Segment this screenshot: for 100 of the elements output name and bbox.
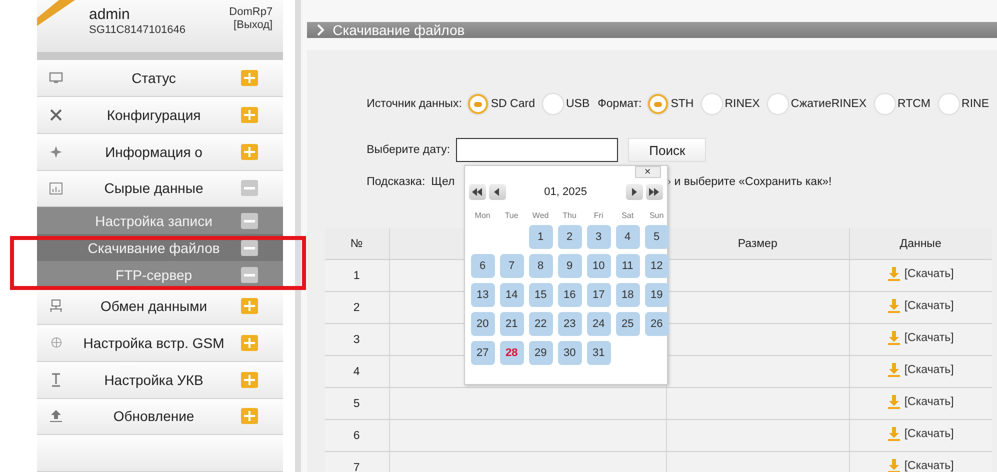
calendar-day[interactable]: 31 [586, 341, 611, 365]
calendar-day[interactable]: 10 [586, 254, 611, 278]
radio-label: RINEX [724, 98, 760, 110]
expand-icon[interactable] [240, 298, 258, 314]
expand-icon[interactable] [240, 144, 258, 160]
calendar-day[interactable]: 7 [500, 254, 524, 278]
previous-year-button[interactable] [468, 184, 486, 200]
network-icon [49, 299, 63, 314]
column-header: Данные [849, 228, 992, 260]
calendar-day[interactable]: 4 [616, 225, 640, 249]
calendar-day[interactable]: 16 [558, 283, 582, 307]
weekday-label: Thu [562, 211, 578, 220]
next-year-button[interactable] [646, 184, 663, 200]
download-arrow-icon [887, 299, 902, 313]
calendar-day[interactable]: 8 [528, 254, 553, 278]
column-header: № [324, 228, 390, 260]
download-link[interactable]: [Скачать] [887, 363, 954, 377]
calendar-day[interactable]: 11 [616, 254, 640, 278]
expand-icon[interactable] [240, 334, 258, 351]
row-number: 2 [324, 292, 390, 324]
radio-button[interactable] [938, 94, 959, 114]
previous-month-button[interactable] [488, 184, 506, 200]
row-number: 4 [324, 356, 390, 388]
download-link[interactable]: [Скачать] [887, 331, 954, 345]
calendar-day[interactable]: 22 [528, 312, 553, 336]
row-number: 6 [324, 420, 390, 452]
collapse-icon[interactable] [240, 240, 258, 256]
calendar-day[interactable]: 6 [470, 254, 495, 278]
calendar-day[interactable]: 29 [528, 341, 553, 365]
sidebar-item[interactable]: Сырые данные [37, 170, 283, 208]
calendar-day[interactable]: 26 [644, 312, 669, 336]
hint-text: Щел [431, 176, 455, 188]
calendar-day[interactable]: 19 [644, 283, 669, 307]
radio-label: SD Card [490, 98, 535, 110]
radio-button[interactable] [648, 94, 668, 114]
row-number: 5 [324, 388, 390, 420]
expand-icon[interactable] [240, 408, 258, 424]
calendar-day[interactable]: 23 [558, 312, 582, 336]
row-number: 1 [324, 260, 390, 292]
weekday-label: Tue [504, 211, 520, 220]
calendar-day[interactable]: 3 [586, 225, 611, 249]
sidebar-item[interactable]: Статус [37, 60, 283, 98]
calendar-day[interactable]: 30 [558, 341, 582, 365]
collapse-icon[interactable] [240, 212, 258, 229]
calendar-day[interactable]: 20 [470, 312, 495, 336]
calendar-day[interactable]: 24 [586, 312, 611, 336]
download-arrow-icon [887, 267, 902, 281]
radio-label: USB [566, 98, 590, 110]
close-button[interactable]: × [634, 166, 661, 178]
download-link[interactable]: [Скачать] [887, 299, 954, 313]
download-link[interactable]: [Скачать] [887, 267, 954, 281]
sidebar-item[interactable] [37, 435, 283, 472]
expand-icon[interactable] [240, 372, 258, 388]
double-left-arrow-icon [472, 188, 482, 196]
collapse-icon[interactable] [240, 266, 258, 283]
sidebar-item[interactable]: Обмен данными [37, 288, 283, 326]
right-arrow-icon [629, 188, 640, 196]
calendar-day[interactable]: 18 [616, 283, 640, 307]
sidebar-item[interactable]: Настройка УКВ [37, 362, 283, 399]
search-button[interactable]: Поиск [628, 138, 706, 162]
download-link[interactable]: [Скачать] [887, 427, 954, 441]
radio-button[interactable] [468, 94, 488, 114]
calendar-day[interactable]: 21 [500, 312, 524, 336]
calendar-day[interactable]: 9 [558, 254, 582, 278]
radio-button[interactable] [874, 94, 894, 114]
calendar-day[interactable]: 12 [644, 254, 669, 278]
calendar-day[interactable]: 1 [528, 225, 553, 249]
radio-button[interactable] [702, 94, 722, 114]
calendar-day[interactable]: 27 [470, 341, 495, 365]
calendar-day[interactable]: 15 [528, 283, 553, 307]
username: admin [89, 6, 131, 23]
row-number: 7 [324, 452, 390, 472]
logout-link[interactable]: [Выход] [234, 19, 273, 31]
tools-icon [49, 108, 63, 122]
chevron-icon [316, 24, 325, 36]
expand-icon[interactable] [240, 70, 258, 86]
sidebar-item[interactable]: Конфигурация [37, 97, 283, 134]
serial-number: SG11C8147101646 [89, 24, 186, 36]
sidebar-item[interactable]: Информация о [37, 134, 283, 171]
expand-icon[interactable] [240, 106, 258, 123]
calendar-day[interactable]: 5 [644, 225, 669, 249]
radio-label: RINE [962, 98, 989, 110]
next-month-button[interactable] [626, 184, 643, 200]
monitor-icon [49, 71, 63, 86]
calendar-day[interactable]: 25 [616, 312, 640, 336]
calendar-day[interactable]: 13 [470, 283, 495, 307]
sidebar-item[interactable]: Обновление [37, 398, 283, 436]
download-arrow-icon [887, 331, 902, 345]
upload-icon [49, 409, 63, 424]
radio-button[interactable] [543, 94, 563, 114]
date-input-field[interactable] [456, 138, 618, 162]
download-link[interactable]: [Скачать] [887, 395, 954, 409]
calendar-day[interactable]: 17 [586, 283, 611, 307]
sidebar-item[interactable]: Настройка встр. GSM [37, 325, 283, 362]
page-title: Скачивание файлов [332, 22, 465, 38]
calendar-day[interactable]: 14 [500, 283, 524, 307]
date-label: Выберите дату: [366, 144, 450, 156]
calendar-day[interactable]: 2 [558, 225, 582, 249]
download-link[interactable]: [Скачать] [887, 459, 954, 472]
radio-button[interactable] [768, 94, 788, 114]
